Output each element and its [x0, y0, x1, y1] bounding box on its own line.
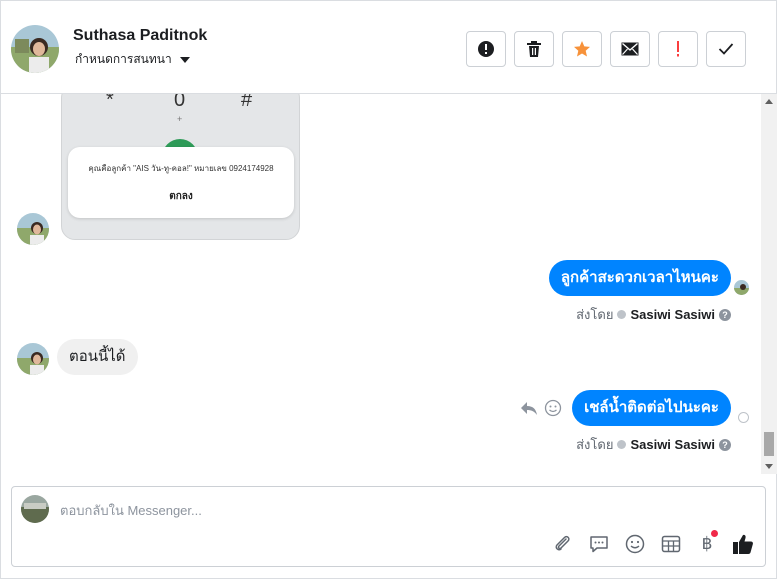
reply-icon[interactable]	[520, 400, 538, 416]
trash-icon	[527, 41, 541, 57]
table-button[interactable]	[659, 532, 683, 556]
chat-scrollbar[interactable]	[761, 94, 777, 474]
star-button[interactable]	[562, 31, 602, 67]
alert-circle-icon	[478, 41, 494, 57]
scroll-down-arrow-icon[interactable]	[765, 464, 773, 469]
check-icon	[718, 43, 734, 55]
conversation-panel: Suthasa Paditnok กำหนดการสนทนา * 0 # + ค…	[0, 0, 777, 579]
dialog-text: คุณคือลูกค้า "AIS วัน-ทู-คอล!" หมายเลข 0…	[88, 164, 274, 173]
sent-by-prefix: ส่งโดย	[576, 437, 614, 452]
conversation-action-label: กำหนดการสนทนา	[75, 52, 172, 66]
dialog-ok-label: ตกลง	[169, 191, 193, 202]
saved-replies-button[interactable]	[587, 532, 611, 556]
delivered-check-icon	[738, 412, 749, 423]
sent-by-prefix: ส่งโดย	[576, 307, 614, 322]
baht-icon: ฿	[701, 534, 713, 553]
follow-up-button[interactable]	[658, 31, 698, 67]
like-button[interactable]	[731, 532, 755, 556]
payment-button[interactable]: ฿	[695, 530, 719, 556]
attach-button[interactable]	[551, 532, 575, 556]
help-icon[interactable]: ?	[719, 438, 731, 451]
contact-name[interactable]: Suthasa Paditnok	[73, 27, 207, 45]
table-icon	[661, 535, 681, 553]
page-avatar	[21, 495, 49, 523]
keypad-key: *	[106, 94, 114, 111]
keypad-plus-label: +	[177, 114, 183, 124]
outgoing-message[interactable]: ลูกค้าสะดวกเวลาไหนคะ	[548, 260, 731, 296]
emoji-button[interactable]	[623, 532, 647, 556]
caret-down-icon	[179, 56, 190, 63]
smiley-icon	[625, 534, 645, 554]
sender-name[interactable]: Sasiwi Sasiwi	[630, 437, 715, 452]
message-hover-actions	[520, 399, 562, 417]
mark-unread-button[interactable]	[610, 31, 650, 67]
message-composer: ฿	[11, 486, 766, 567]
smiley-reaction-icon[interactable]	[544, 399, 562, 417]
chat-bubble-icon	[590, 536, 608, 553]
keypad-key: #	[241, 94, 253, 111]
page-badge-icon	[617, 440, 627, 449]
incoming-message[interactable]: ตอนนี้ได้	[57, 339, 138, 375]
mark-done-button[interactable]	[706, 31, 746, 67]
message-list[interactable]: * 0 # + คุณคือลูกค้า "AIS วัน-ทู-คอล!" ห…	[1, 94, 761, 474]
thumbs-up-icon	[733, 534, 753, 554]
seen-avatar	[734, 280, 749, 295]
outgoing-message[interactable]: เชล์น้ำติดต่อไปนะคะ	[572, 390, 731, 426]
phone-dialog: คุณคือลูกค้า "AIS วัน-ทู-คอล!" หมายเลข 0…	[68, 147, 294, 218]
exclamation-icon	[677, 41, 679, 57]
reply-input[interactable]	[60, 501, 540, 519]
conversation-header: Suthasa Paditnok กำหนดการสนทนา	[1, 5, 777, 94]
scroll-up-arrow-icon[interactable]	[765, 99, 773, 104]
sender-name[interactable]: Sasiwi Sasiwi	[630, 307, 715, 322]
composer-tools: ฿	[551, 530, 755, 556]
sent-by-line: ส่งโดย Sasiwi Sasiwi ?	[576, 304, 731, 325]
contact-avatar[interactable]	[11, 25, 59, 73]
envelope-icon	[621, 42, 639, 56]
report-button[interactable]	[466, 31, 506, 67]
page-badge-icon	[617, 310, 627, 319]
scroll-thumb[interactable]	[764, 432, 774, 456]
header-toolbar	[466, 31, 746, 67]
image-attachment[interactable]: * 0 # + คุณคือลูกค้า "AIS วัน-ทู-คอล!" ห…	[61, 94, 300, 240]
notification-dot	[711, 530, 718, 537]
contact-avatar-small	[17, 213, 49, 245]
contact-avatar-small	[17, 343, 49, 375]
conversation-action-dropdown[interactable]: กำหนดการสนทนา	[75, 50, 190, 69]
sent-by-line: ส่งโดย Sasiwi Sasiwi ?	[576, 434, 731, 455]
delete-button[interactable]	[514, 31, 554, 67]
star-icon	[574, 41, 590, 57]
paperclip-icon	[555, 535, 570, 551]
help-icon[interactable]: ?	[719, 308, 731, 321]
keypad-key: 0	[174, 94, 186, 111]
